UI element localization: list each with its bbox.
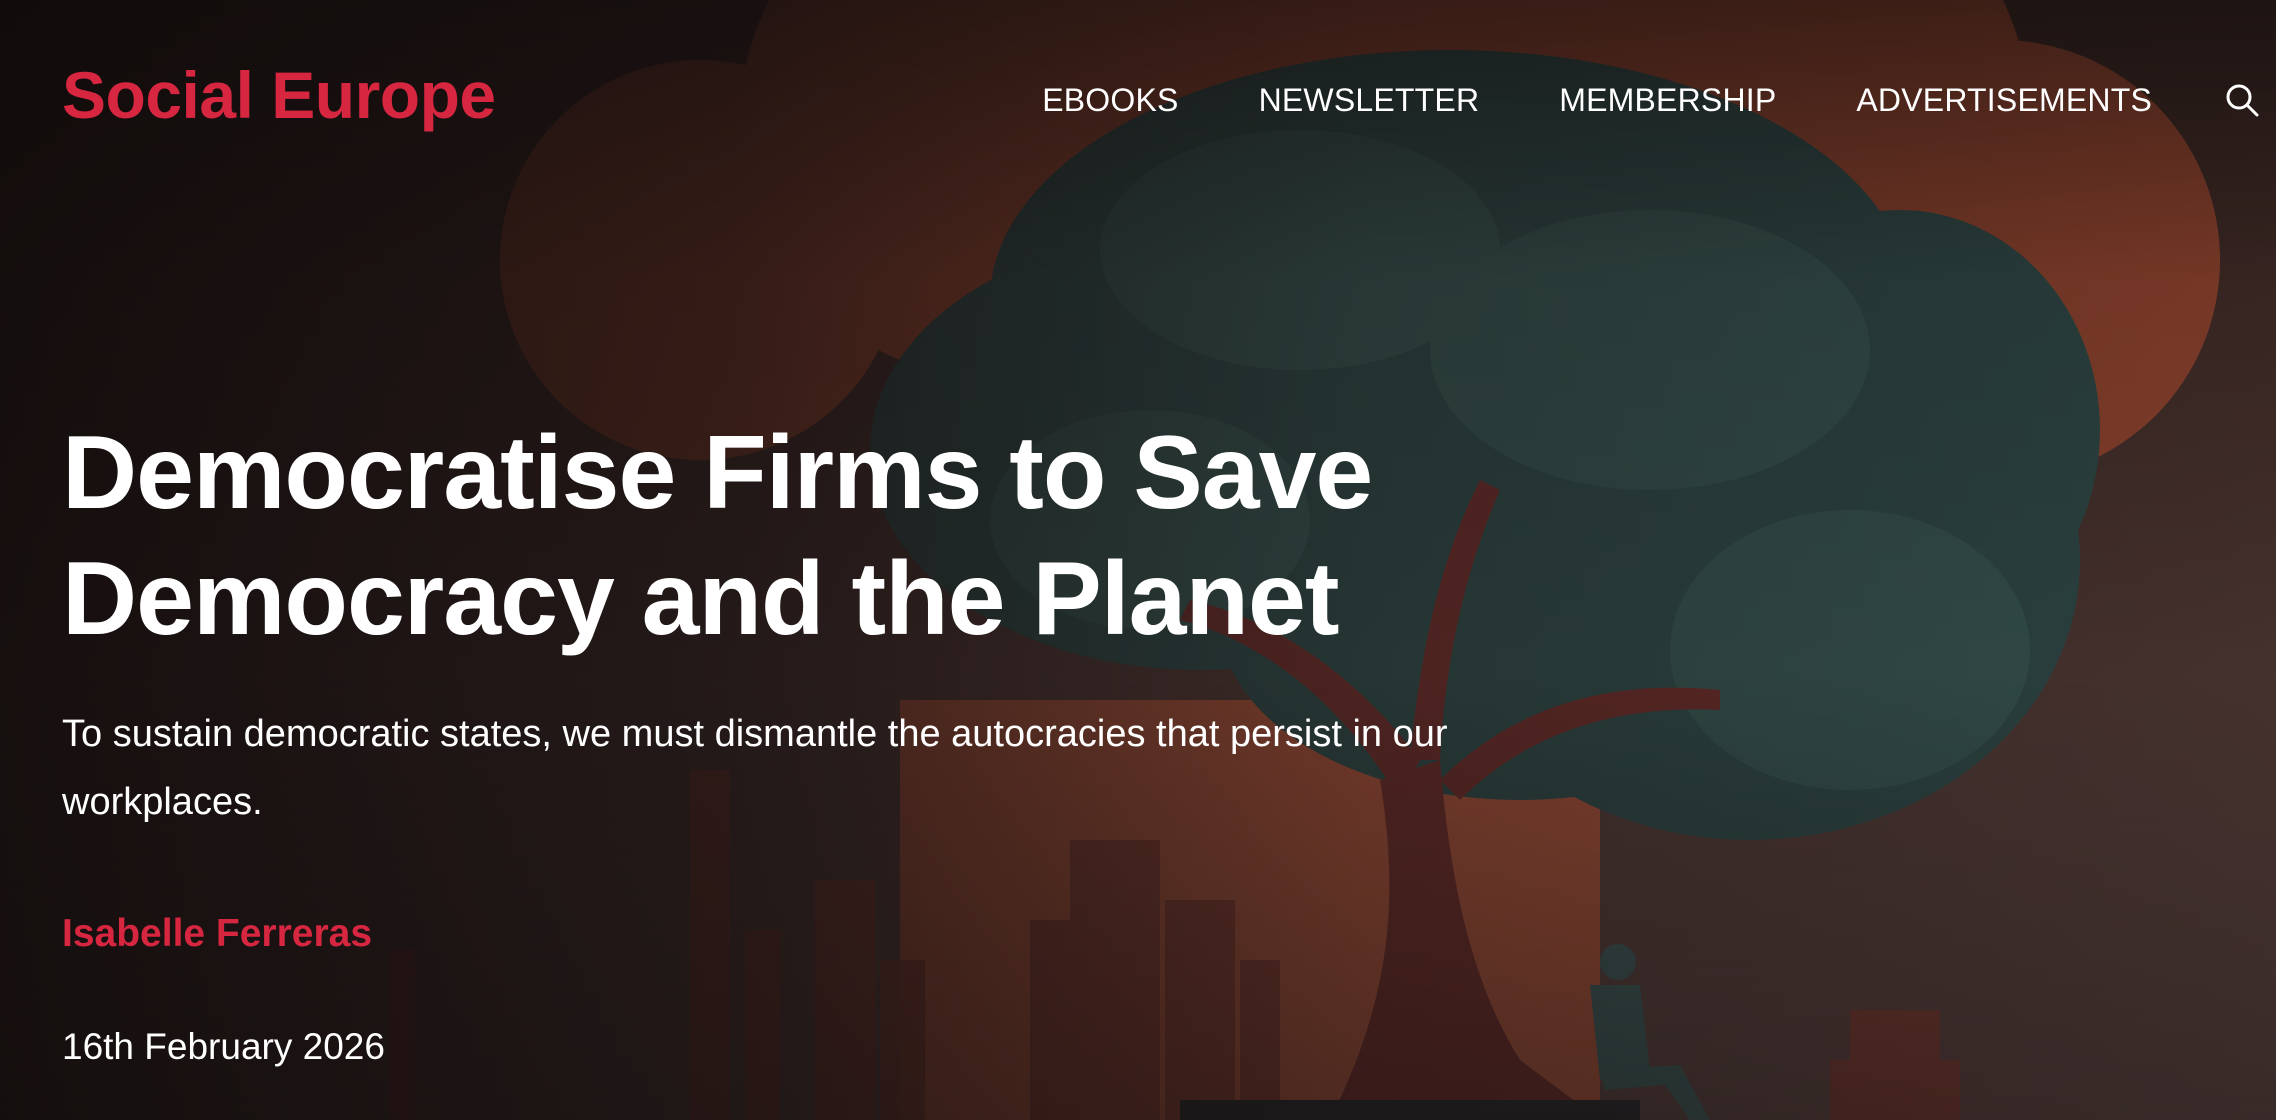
site-logo[interactable]: Social Europe — [62, 62, 496, 128]
article-subtitle: To sustain democratic states, we must di… — [62, 713, 1448, 823]
nav-membership[interactable]: MEMBERSHIP — [1559, 84, 1776, 116]
article-title: Democratise Firms to Save Democracy and … — [62, 415, 1373, 657]
hero: Social Europe EBOOKS NEWSLETTER MEMBERSH… — [0, 0, 2276, 1120]
site-header: Social Europe EBOOKS NEWSLETTER MEMBERSH… — [0, 0, 2276, 200]
author-link[interactable]: Isabelle Ferreras — [62, 912, 372, 956]
nav-newsletter[interactable]: NEWSLETTER — [1259, 84, 1480, 116]
publish-date: 16th February 2026 — [62, 1026, 385, 1067]
search-button[interactable] — [2222, 80, 2262, 120]
nav-ebooks[interactable]: EBOOKS — [1042, 84, 1178, 116]
article-header: Democratise Firms to Save Democracy and … — [62, 410, 1622, 1068]
main-nav: EBOOKS NEWSLETTER MEMBERSHIP ADVERTISEME… — [962, 84, 2152, 116]
search-icon — [2226, 84, 2259, 117]
nav-advertisements[interactable]: ADVERTISEMENTS — [1856, 84, 2152, 116]
